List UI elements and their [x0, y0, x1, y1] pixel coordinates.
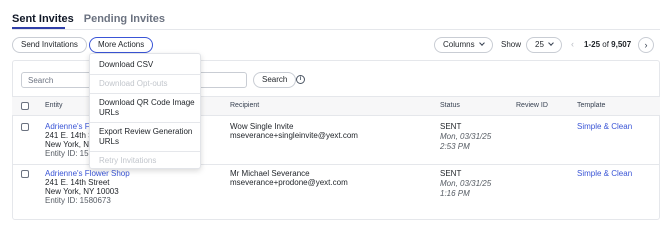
menu-item-label: Download QR Code Image [99, 98, 195, 107]
menu-divider [90, 151, 200, 152]
invite-tabs: Sent Invites Pending Invites [12, 12, 165, 26]
recipient-email: mseverance+singleinvite@yext.com [230, 131, 358, 140]
menu-divider [90, 74, 200, 75]
chevron-right-icon[interactable]: › [638, 37, 654, 53]
menu-item-download-opt-outs: Download Opt-outs [99, 79, 168, 88]
page-size-select[interactable]: 25 [526, 37, 562, 53]
row-checkbox[interactable] [21, 123, 29, 131]
column-header-review-id[interactable]: Review ID [516, 102, 548, 109]
column-header-template[interactable]: Template [577, 102, 605, 109]
more-actions-menu: Download CSV Download Opt-outs Download … [89, 53, 201, 169]
menu-item-label-line2: URLs [99, 108, 120, 117]
status-date: Mon, 03/31/25 [440, 132, 492, 141]
menu-item-export-review-generation-urls[interactable]: Export Review Generation URLs [99, 127, 192, 147]
template-link[interactable]: Simple & Clean [577, 122, 632, 132]
menu-item-download-qr-code-urls[interactable]: Download QR Code Image URLs [99, 98, 195, 118]
status-time: 1:16 PM [440, 189, 470, 198]
menu-divider [90, 122, 200, 123]
menu-item-label: Export Review Generation [99, 127, 193, 136]
columns-dropdown[interactable]: Columns [434, 37, 493, 53]
entity-id: Entity ID: 1580673 [45, 196, 111, 205]
status-date: Mon, 03/31/25 [440, 179, 492, 188]
pagination-of: of [602, 40, 609, 49]
chevron-down-icon [478, 40, 485, 46]
show-label: Show [501, 40, 522, 49]
status-time: 2:53 PM [440, 142, 470, 151]
pagination-total: 9,507 [611, 40, 632, 49]
select-all-checkbox[interactable] [21, 102, 29, 110]
column-header-entity[interactable]: Entity [45, 102, 63, 109]
status-value: SENT [440, 122, 462, 131]
more-actions-button[interactable]: More Actions [89, 37, 154, 53]
tab-pending-invites[interactable]: Pending Invites [84, 12, 165, 26]
info-icon[interactable]: i [296, 75, 305, 84]
tab-sent-invites[interactable]: Sent Invites [12, 12, 74, 26]
chevron-left-icon[interactable]: ‹ [571, 39, 574, 49]
status-value: SENT [440, 169, 462, 178]
column-header-status[interactable]: Status [440, 102, 460, 109]
row-checkbox[interactable] [21, 170, 29, 178]
menu-item-label-line2: URLs [99, 137, 120, 146]
menu-divider [90, 93, 200, 94]
menu-item-retry-invitations: Retry Invitations [99, 156, 157, 165]
columns-label: Columns [443, 40, 475, 49]
page-size-value: 25 [535, 40, 544, 49]
send-invitations-button[interactable]: Send Invitations [12, 37, 87, 53]
recipient-email: mseverance+prodone@yext.com [230, 178, 348, 187]
entity-id: Entity ID: 158 [45, 149, 94, 158]
column-header-recipient[interactable]: Recipient [230, 102, 259, 109]
pagination-range: 1-25 [584, 40, 601, 49]
chevron-down-icon [548, 40, 554, 46]
menu-item-download-csv[interactable]: Download CSV [99, 60, 153, 70]
template-link[interactable]: Simple & Clean [577, 169, 632, 179]
tabs-divider [12, 29, 660, 30]
pagination-summary: 1-25 of 9,507 [584, 40, 631, 49]
search-button[interactable]: Search [253, 72, 297, 88]
